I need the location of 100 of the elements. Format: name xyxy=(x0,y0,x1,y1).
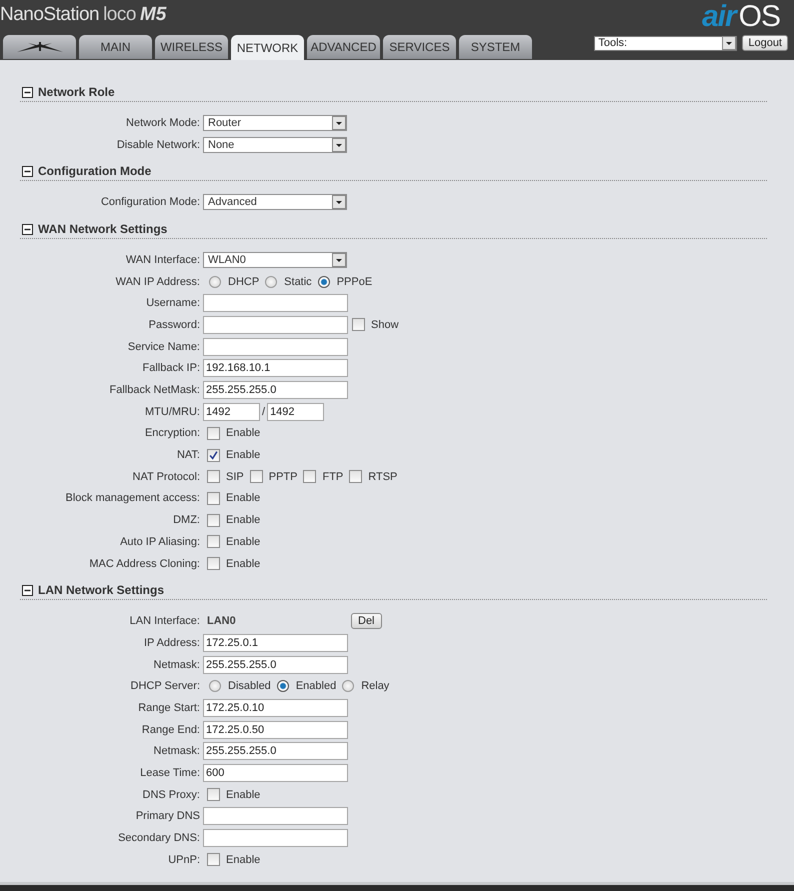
option-label: RTSP xyxy=(368,470,398,483)
radio-button[interactable] xyxy=(265,276,278,288)
field-label: NAT Protocol: xyxy=(132,470,201,483)
nav-tab[interactable]: SERVICES xyxy=(383,35,456,59)
airos-logo: airOS xyxy=(702,0,780,34)
input-field[interactable]: 172.25.0.1 xyxy=(203,634,348,652)
checkbox[interactable] xyxy=(207,470,220,484)
checkbox[interactable] xyxy=(207,853,220,866)
field-label: Fallback IP: xyxy=(142,362,201,374)
field-label: Username: xyxy=(145,297,201,310)
dropdown[interactable]: Advanced xyxy=(203,194,347,210)
option-label: Relay xyxy=(361,680,390,692)
field-label: Block management access: xyxy=(64,492,201,504)
field-label: Disable Network: xyxy=(116,138,201,151)
option-label: Show xyxy=(371,318,399,331)
input-field[interactable]: 255.255.255.0 xyxy=(203,381,348,400)
field-label: Service Name: xyxy=(126,340,201,353)
dropdown[interactable]: Router xyxy=(203,114,347,131)
field-label: Password: xyxy=(148,318,201,331)
section-title: Network Role xyxy=(38,85,115,99)
nav-tab[interactable] xyxy=(3,35,76,59)
collapse-icon[interactable] xyxy=(22,86,33,98)
option-label: Enabled xyxy=(296,680,336,692)
field-label: DMZ: xyxy=(172,514,201,526)
checkbox[interactable] xyxy=(207,448,220,462)
input-field[interactable] xyxy=(203,294,348,312)
field-label: DNS Proxy: xyxy=(142,788,201,801)
nav-tab[interactable]: NETWORK xyxy=(231,35,304,60)
nav-tab[interactable]: WIRELESS xyxy=(155,35,228,59)
nav-tab[interactable]: MAIN xyxy=(79,35,152,59)
checkbox[interactable] xyxy=(303,470,316,484)
option-label: PPTP xyxy=(268,470,298,483)
option-label: Enable xyxy=(226,492,260,504)
checkbox[interactable] xyxy=(207,514,220,527)
radio-button[interactable] xyxy=(276,680,289,692)
field-label: NAT: xyxy=(176,449,201,462)
input-field[interactable]: 172.25.0.10 xyxy=(203,698,348,717)
product-name: NanoStation xyxy=(0,4,100,26)
field-label: Netmask: xyxy=(152,745,201,758)
dropdown[interactable]: WLAN0 xyxy=(203,252,347,268)
antenna-icon xyxy=(14,41,64,53)
field-label: UPnP: xyxy=(167,854,201,866)
collapse-icon[interactable] xyxy=(22,224,33,235)
option-label: FTP xyxy=(322,470,344,483)
input-field[interactable] xyxy=(203,316,348,334)
option-label: PPPoE xyxy=(336,276,372,288)
field-label: Range Start: xyxy=(137,702,201,714)
nav-tab[interactable]: SYSTEM xyxy=(459,35,532,59)
input-field[interactable]: 255.255.255.0 xyxy=(203,656,348,674)
field-label: Primary DNS xyxy=(134,810,201,822)
field-label: WAN Interface: xyxy=(124,254,201,266)
checkbox[interactable] xyxy=(207,492,220,505)
field-label: MTU/MRU: xyxy=(144,406,201,418)
field-label: DHCP Server: xyxy=(130,680,201,692)
logout-button[interactable]: Logout xyxy=(742,35,788,51)
collapse-icon[interactable] xyxy=(22,584,33,596)
option-label: Enable xyxy=(226,788,260,801)
input-field[interactable]: 1492 xyxy=(203,402,260,421)
input-field[interactable]: 172.25.0.50 xyxy=(203,720,348,739)
checkbox[interactable] xyxy=(349,470,362,484)
input-field[interactable] xyxy=(203,807,348,826)
field-label: LAN Interface: xyxy=(128,615,201,628)
delete-button[interactable]: Del xyxy=(351,613,382,630)
field-label: MAC Address Cloning: xyxy=(88,558,201,570)
option-label: Disabled xyxy=(228,680,271,692)
option-label: Enable xyxy=(226,449,260,462)
field-label: Lease Time: xyxy=(139,767,201,780)
collapse-icon[interactable] xyxy=(22,166,33,177)
field-label: Range End: xyxy=(140,724,201,736)
option-label: SIP xyxy=(226,470,244,483)
input-field[interactable]: 600 xyxy=(203,764,348,782)
interface-value: LAN0 xyxy=(206,615,237,628)
input-field[interactable] xyxy=(203,829,348,848)
checkbox[interactable] xyxy=(207,788,220,802)
field-label: Fallback NetMask: xyxy=(108,384,201,396)
radio-button[interactable] xyxy=(209,276,221,288)
radio-button[interactable] xyxy=(342,680,354,692)
radio-button[interactable] xyxy=(318,276,330,288)
checkbox[interactable] xyxy=(207,426,220,440)
section-title: WAN Network Settings xyxy=(38,222,168,236)
dropdown[interactable]: None xyxy=(203,136,347,153)
field-label: Netmask: xyxy=(152,658,201,671)
radio-button[interactable] xyxy=(209,680,221,692)
option-label: Enable xyxy=(226,514,260,526)
field-label: Encryption: xyxy=(144,427,201,440)
tools-dropdown[interactable]: Tools: xyxy=(594,36,738,50)
section-title: LAN Network Settings xyxy=(38,583,164,598)
product-variant: M5 xyxy=(140,4,166,26)
nav-tab[interactable]: ADVANCED xyxy=(307,35,380,59)
input-field[interactable]: 1492 xyxy=(267,402,324,421)
checkbox[interactable] xyxy=(207,535,220,548)
input-field[interactable] xyxy=(203,338,348,356)
input-field[interactable]: 255.255.255.0 xyxy=(203,742,348,760)
input-field[interactable]: 192.168.10.1 xyxy=(203,359,348,378)
option-label: Enable xyxy=(226,536,260,548)
checkbox[interactable] xyxy=(352,318,365,332)
checkbox[interactable] xyxy=(250,470,263,484)
option-label: Enable xyxy=(226,558,260,570)
field-label: Auto IP Aliasing: xyxy=(119,536,201,548)
checkbox[interactable] xyxy=(207,557,220,570)
